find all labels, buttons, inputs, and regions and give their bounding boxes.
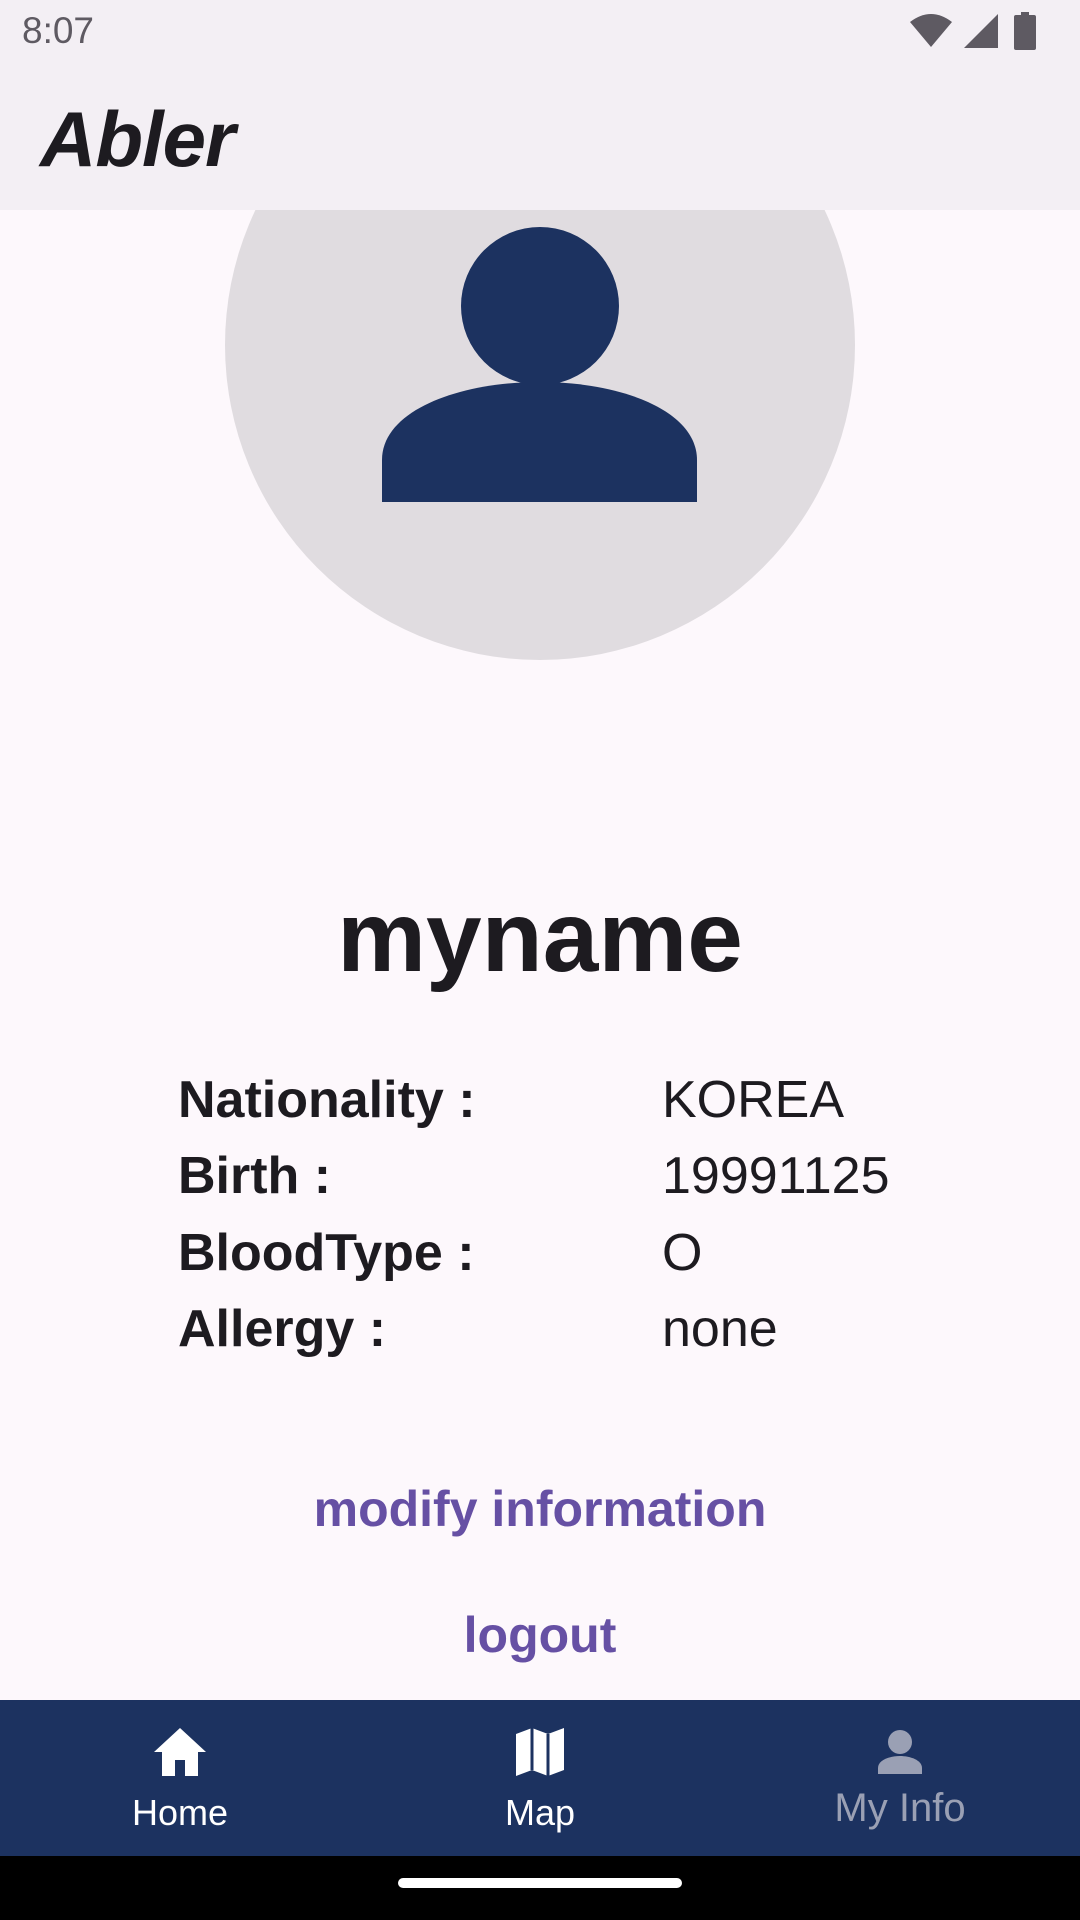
person-icon <box>878 1730 922 1774</box>
info-row-nationality: Nationality : KOREA <box>178 1070 938 1140</box>
nav-label-my-info: My Info <box>834 1786 966 1830</box>
screen: 8:07 Abler myname Nationality: KOREA Bi… <box>0 0 1080 1920</box>
nav-label-map: Map <box>504 1792 576 1833</box>
wifi-icon <box>910 14 952 47</box>
allergy-label: Allergy : <box>178 1300 387 1358</box>
nav-item-home[interactable]: Home <box>0 1700 360 1856</box>
info-row-allergy: Allergy : none <box>178 1299 938 1369</box>
modify-information-button[interactable]: modify information <box>0 1480 1080 1538</box>
profile-name: myname <box>337 881 743 993</box>
person-icon <box>382 227 697 502</box>
nationality-label: Nationality : <box>178 1071 476 1129</box>
app-title: Abler <box>40 95 235 183</box>
status-icons <box>880 0 1080 64</box>
app-bar: Abler <box>0 64 1080 210</box>
home-icon <box>154 1728 206 1776</box>
avatar <box>225 210 855 660</box>
logout-button[interactable]: logout <box>0 1606 1080 1664</box>
nav-item-my-info[interactable]: My Info <box>720 1700 1080 1856</box>
battery-icon <box>1014 12 1036 50</box>
allergy-value: none <box>662 1300 778 1358</box>
birth-value: 19991125 <box>662 1147 890 1205</box>
nav-label-home: Home <box>131 1792 229 1833</box>
nationality-value: KOREA <box>662 1071 845 1129</box>
nav-item-map[interactable]: Map <box>360 1700 720 1856</box>
status-time: 8:07 <box>22 10 95 51</box>
status-bar: 8:07 <box>0 0 1080 64</box>
bottom-navigation: Home Map My Info <box>0 1700 1080 1856</box>
birth-label: Birth : <box>178 1147 332 1205</box>
bloodtype-value: O <box>662 1224 703 1282</box>
profile-content: myname Nationality : KOREA Birth : 19991… <box>0 210 1080 1700</box>
system-navigation-bar <box>0 1856 1080 1920</box>
info-row-birth: Birth : 19991125 <box>178 1146 938 1216</box>
info-row-bloodtype: BloodType : O <box>178 1223 938 1293</box>
cell-signal-icon <box>964 14 998 48</box>
map-icon <box>516 1728 564 1776</box>
home-indicator[interactable] <box>398 1878 682 1888</box>
bloodtype-label: BloodType : <box>178 1224 475 1282</box>
